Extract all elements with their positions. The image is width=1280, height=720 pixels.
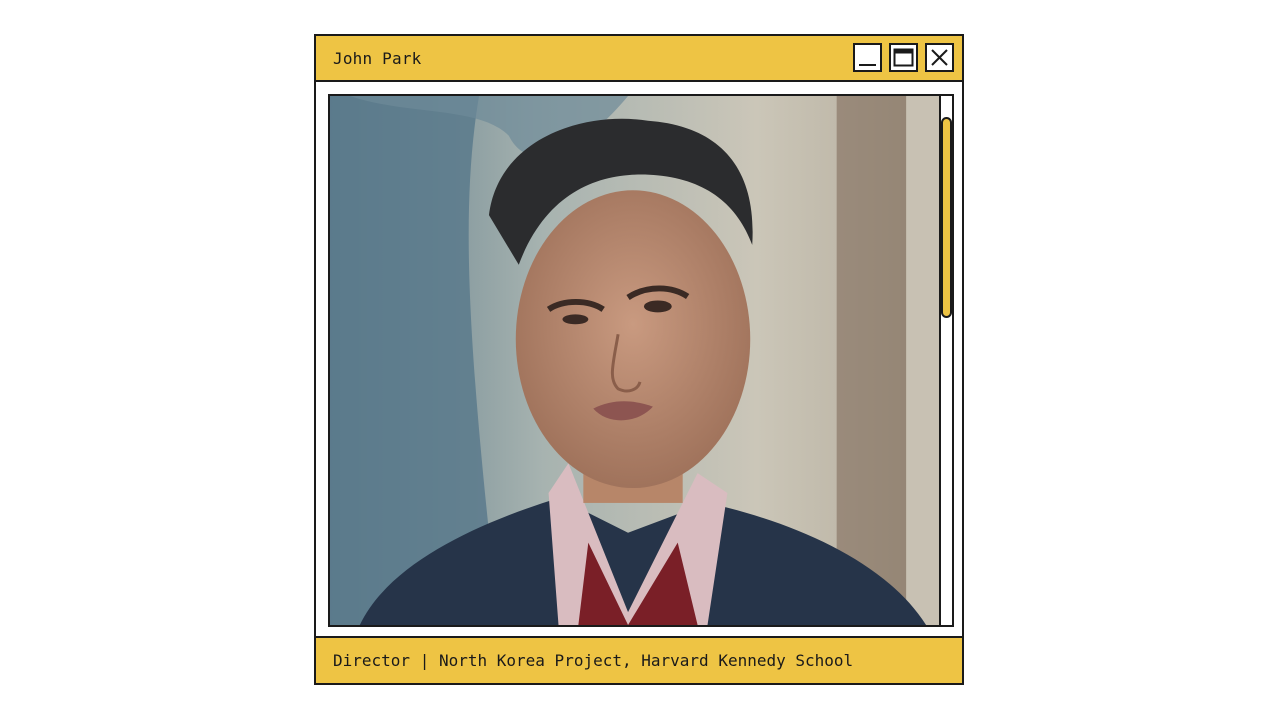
video-frame	[328, 94, 941, 627]
minimize-button[interactable]	[853, 43, 882, 72]
scrollbar-thumb[interactable]	[941, 117, 952, 318]
title-bar[interactable]: John Park	[316, 36, 962, 82]
speaker-portrait	[330, 96, 939, 625]
vertical-scrollbar[interactable]	[939, 94, 954, 627]
close-button[interactable]	[925, 43, 954, 72]
window-title: John Park	[333, 49, 422, 68]
maximize-icon	[893, 48, 914, 67]
minimize-icon	[859, 64, 876, 66]
app-window: John Park Director | North Korea Project…	[314, 34, 964, 685]
close-icon	[931, 49, 948, 66]
maximize-button[interactable]	[889, 43, 918, 72]
caption-bar: Director | North Korea Project, Harvard …	[316, 636, 962, 683]
speaker-caption: Director | North Korea Project, Harvard …	[333, 651, 854, 670]
